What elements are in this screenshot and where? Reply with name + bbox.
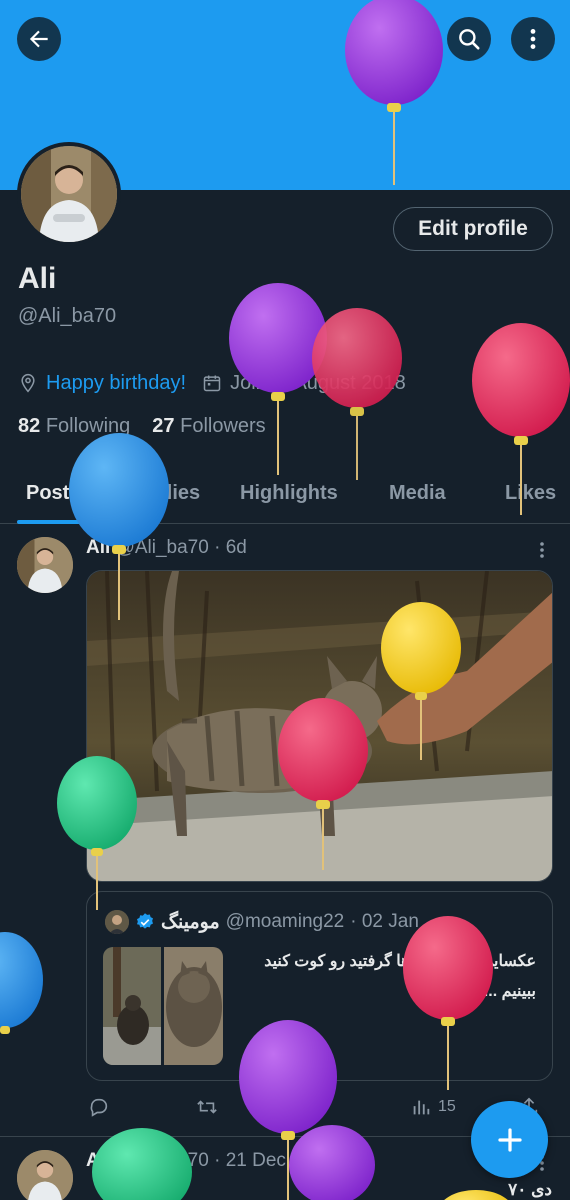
profile-avatar[interactable] [17,142,121,246]
repost-icon [197,1100,217,1114]
post-text: دی ۷۰ [508,1180,552,1199]
views-count: 15 [438,1098,456,1115]
quote-author: مومینگ [161,911,220,933]
post-avatar[interactable] [17,537,73,593]
post-image[interactable] [86,570,553,882]
quoted-post[interactable]: مومینگ @moaming22 · 02 Jan عکسایی که از … [86,891,553,1081]
post-time: · 21 Dec 23 [214,1150,313,1171]
profile-meta: Happy birthday! Joined August 2018 [18,370,406,396]
post-header: Ali @Ali_ba70 · 21 Dec 23 [86,1150,312,1172]
following-link[interactable]: 82 Following [18,415,130,438]
cat-photo [87,571,552,881]
repost-button[interactable] [196,1096,218,1118]
calendar-icon [203,375,221,392]
post-time: · 6d [214,537,247,558]
profile-handle: @Ali_ba70 [18,305,117,327]
location-icon [21,373,35,393]
back-button[interactable] [17,17,61,61]
arrow-left-icon [29,30,48,48]
tab-posts[interactable]: Posts [26,482,80,505]
tab-likes[interactable]: Likes [505,482,556,505]
verified-badge-icon [137,913,153,929]
post-handle: @Ali_ba70 [115,1150,209,1171]
quote-image-2 [164,947,223,1065]
followers-count: 27 [152,415,175,437]
quote-image-1 [103,947,161,1065]
post-avatar[interactable] [17,1150,73,1200]
reply-icon [90,1098,108,1117]
quote-handle: @moaming22 [225,911,345,932]
post-author[interactable]: Ali [86,537,110,558]
reply-button[interactable] [88,1096,110,1118]
followers-link[interactable]: 27 Followers [152,415,265,438]
balloon-blue-edge [0,932,43,1034]
edit-profile-button[interactable]: Edit profile [393,207,553,251]
avatar-photo [17,1150,73,1200]
post-author[interactable]: Ali [86,1150,110,1171]
quote-images [103,947,223,1065]
avatar-photo [17,537,73,593]
more-button[interactable] [511,17,555,61]
balloon-yellow-bottom [444,1190,508,1200]
compose-button[interactable] [471,1101,548,1178]
birthday-link[interactable]: Happy birthday! [46,372,186,395]
active-tab-indicator [17,520,95,524]
joined-date: Joined August 2018 [230,371,406,394]
heart-icon [306,1099,324,1116]
more-vertical-icon [530,29,536,49]
post-more-icon[interactable] [532,540,552,560]
profile-tabs: Posts Replies Highlights Media Likes [0,468,570,524]
follow-stats: 82 Following 27 Followers [18,415,266,438]
views-button[interactable]: 15 [410,1096,456,1118]
quote-header: مومینگ @moaming22 · 02 Jan [105,910,419,934]
tab-media[interactable]: Media [389,482,446,505]
avatar-photo [105,910,129,934]
post-handle: @Ali_ba70 [115,537,209,558]
quote-avatar [105,910,129,934]
tab-replies[interactable]: Replies [129,482,200,505]
views-icon [413,1100,430,1115]
following-count: 82 [18,415,41,437]
avatar-photo [21,146,117,242]
following-label: Following [45,415,131,437]
quote-text: عکسایی که از گربه‌ها گرفتید رو کوت کنید … [264,953,536,1000]
profile-name: Ali [18,262,57,295]
search-button[interactable] [447,17,491,61]
plus-icon [497,1127,522,1152]
search-icon [459,29,480,50]
like-button[interactable] [304,1096,326,1118]
quote-time: · 02 Jan [350,911,419,932]
tab-highlights[interactable]: Highlights [240,482,338,505]
post-header: Ali @Ali_ba70 · 6d [86,537,247,559]
followers-label: Followers [180,415,266,437]
